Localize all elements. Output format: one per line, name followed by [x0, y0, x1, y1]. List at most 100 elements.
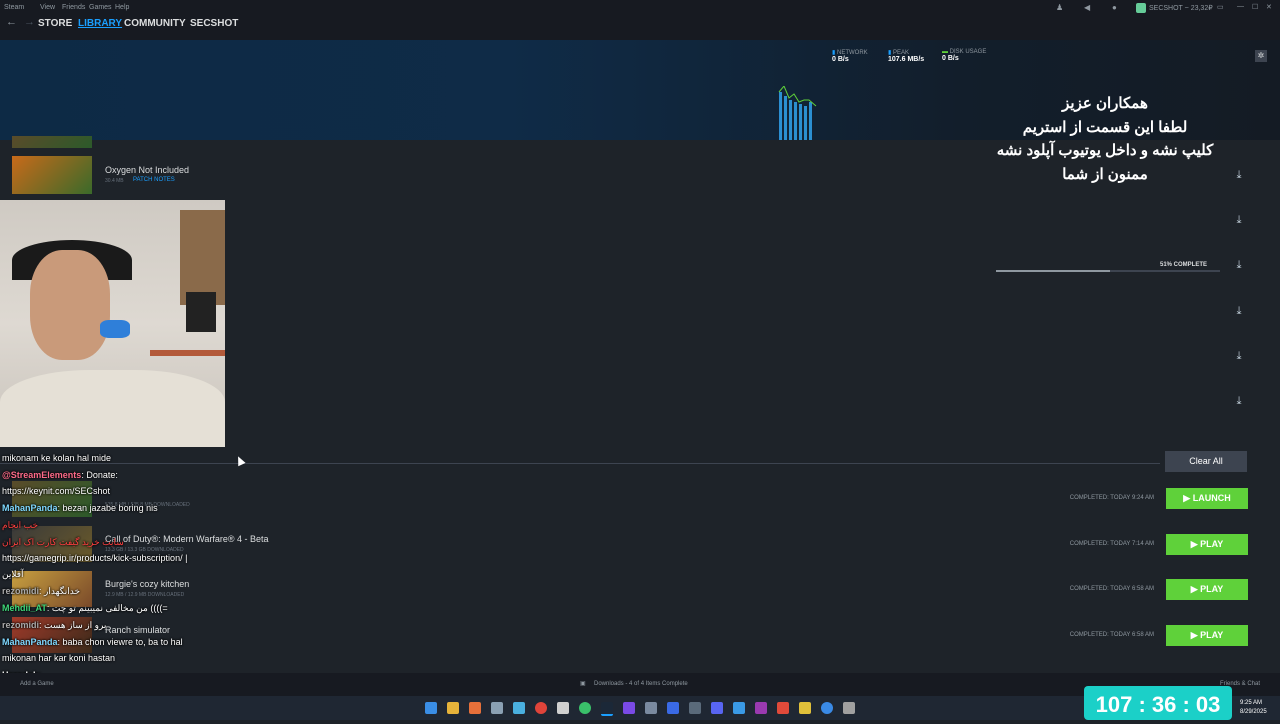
chat-text: : خدانگهدار	[39, 586, 81, 596]
oxygen-thumbnail[interactable]	[12, 156, 92, 194]
chat-text: https://gamegrip.ir/products/kick-subscr…	[2, 553, 188, 563]
game-thumbnail	[12, 136, 92, 148]
friends-icon[interactable]: ♟	[1056, 3, 1063, 12]
chrome-icon[interactable]	[535, 702, 547, 714]
close-icon[interactable]: ✕	[1266, 3, 1272, 11]
file-explorer-icon[interactable]	[447, 702, 459, 714]
chat-message: Mehdii_AT: من مخالفی نمیبینم تو چت ((((=	[2, 603, 168, 614]
maximize-icon[interactable]: ☐	[1252, 3, 1258, 11]
back-arrow-icon[interactable]: ←	[6, 16, 17, 28]
game-title[interactable]: Ranch simulator	[105, 625, 170, 635]
play-button[interactable]: ▶ PLAY	[1166, 579, 1248, 600]
download-icon[interactable]: ⤓	[1230, 167, 1248, 183]
downloads-status[interactable]: Downloads - 4 of 4 Items Complete	[594, 681, 688, 687]
chat-username: rezomidi	[2, 586, 40, 596]
download-icon[interactable]: ⤓	[1230, 303, 1248, 319]
menu-games[interactable]: Games	[89, 4, 112, 11]
chat-text: : baba chon viewre to, ba to hal	[57, 637, 183, 647]
app-icon[interactable]	[557, 702, 569, 714]
discord-icon[interactable]	[711, 702, 723, 714]
app-icon[interactable]	[689, 702, 701, 714]
chat-text: : Donate:	[81, 470, 118, 480]
app-icon[interactable]	[623, 702, 635, 714]
steam-menu[interactable]: Steam	[4, 4, 24, 11]
patch-notes-link[interactable]: PATCH NOTES	[133, 177, 175, 183]
menu-friends[interactable]: Friends	[62, 4, 85, 11]
chat-message: mikonam ke kolan hal mide	[2, 453, 111, 463]
app-icon[interactable]	[513, 702, 525, 714]
game-title[interactable]: Burgie's cozy kitchen	[105, 579, 189, 589]
clear-all-button[interactable]: Clear All	[1165, 451, 1247, 472]
chat-username: MahanPanda	[2, 637, 58, 647]
clock-time[interactable]: 9:25 AM	[1240, 700, 1262, 706]
forward-arrow-icon[interactable]: →	[24, 16, 35, 28]
app-icon[interactable]	[799, 702, 811, 714]
notification-icon[interactable]: ●	[1112, 3, 1117, 12]
search-icon[interactable]	[469, 702, 481, 714]
chat-message: rezomidi: برو از ساز هست	[2, 620, 106, 631]
download-icon[interactable]: ⤓	[1230, 212, 1248, 228]
app-icon[interactable]	[491, 702, 503, 714]
progress-track	[996, 270, 1220, 272]
add-game-button[interactable]: Add a Game	[20, 681, 54, 687]
launch-button[interactable]: ▶ LAUNCH	[1166, 488, 1248, 509]
account-balance[interactable]: SECSHOT ~ 23,32₽	[1149, 4, 1213, 12]
stream-timer: 107 : 36 : 03	[1084, 686, 1232, 720]
screen-icon[interactable]: ▭	[1217, 3, 1224, 11]
webcam-overlay	[0, 200, 225, 447]
chat-message: https://keynit.com/SECshot	[2, 486, 110, 496]
nav-library[interactable]: LIBRARY	[78, 18, 122, 29]
downloads-icon[interactable]: ▣	[580, 680, 586, 687]
app-icon[interactable]	[667, 702, 679, 714]
steam-icon[interactable]	[601, 702, 613, 716]
chat-text: سایت خرید گیفت کارت اک ایران	[2, 537, 124, 547]
queue-game-size: 30.4 MB	[105, 178, 124, 184]
app-icon[interactable]	[777, 702, 789, 714]
play-button[interactable]: ▶ PLAY	[1166, 534, 1248, 555]
chat-text: mikonan har kar koni hastan	[2, 653, 116, 663]
nav-store[interactable]: STORE	[38, 18, 72, 29]
stream-notice-overlay: همکاران عزیز لطفا این قسمت از استریم کلی…	[996, 95, 1214, 183]
download-icon[interactable]: ⤓	[1230, 348, 1248, 364]
completed-status: COMPLETED: TODAY 7:14 AM	[1069, 541, 1154, 547]
chat-text: : من مخالفی نمیبینم تو چت ((((=	[46, 603, 168, 613]
broadcast-icon[interactable]: ◀	[1084, 3, 1090, 12]
chat-message: خب انجام	[2, 520, 38, 531]
app-icon[interactable]	[733, 702, 745, 714]
chat-username: Mehdii_AT	[2, 603, 47, 613]
nav-profile[interactable]: SECSHOT	[190, 18, 238, 29]
chat-message: آفلاین	[2, 569, 24, 580]
chat-text: : برو از ساز هست	[39, 620, 107, 630]
queue-game-title[interactable]: Oxygen Not Included	[105, 165, 189, 175]
completed-status: COMPLETED: TODAY 6:58 AM	[1069, 586, 1154, 592]
title-bar: Steam View Friends Games Help ♟ ◀ ● SECS…	[0, 0, 1280, 18]
disk-stat: ▬ DISK USAGE 0 B/s	[942, 49, 987, 62]
minimize-icon[interactable]: —	[1237, 3, 1244, 10]
bandwidth-graph	[778, 86, 817, 140]
completed-status: COMPLETED: TODAY 9:24 AM	[1069, 495, 1154, 501]
game-title[interactable]: Call of Duty®: Modern Warfare® 4 - Beta	[105, 534, 269, 544]
chat-message: سایت خرید گیفت کارت اک ایران	[2, 537, 124, 548]
download-icon[interactable]: ⤓	[1230, 393, 1248, 409]
settings-gear-icon[interactable]: ✲	[1255, 50, 1267, 62]
app-icon[interactable]	[755, 702, 767, 714]
clock-date[interactable]: 8/29/2025	[1240, 709, 1267, 715]
game-downloaded: 12.9 MB / 12.9 MB DOWNLOADED	[105, 592, 185, 598]
chat-message: MahanPanda: bezan jazabe boring nis	[2, 503, 158, 513]
peak-stat: ▮ PEAK 107.6 MB/s	[888, 50, 925, 63]
app-icon[interactable]	[645, 702, 657, 714]
download-icon[interactable]: ⤓	[1230, 257, 1248, 273]
progress-fill	[996, 270, 1111, 272]
chat-message: MahanPanda: baba chon viewre to, ba to h…	[2, 637, 183, 647]
xbox-icon[interactable]	[579, 702, 591, 714]
app-icon[interactable]	[821, 702, 833, 714]
settings-icon[interactable]	[843, 702, 855, 714]
windows-start-icon[interactable]	[425, 702, 437, 714]
chat-text: https://keynit.com/SECshot	[2, 486, 111, 496]
menu-help[interactable]: Help	[115, 4, 129, 11]
person-shirt-image	[0, 370, 225, 447]
play-button[interactable]: ▶ PLAY	[1166, 625, 1248, 646]
avatar[interactable]	[1136, 3, 1146, 13]
menu-view[interactable]: View	[40, 4, 55, 11]
nav-community[interactable]: COMMUNITY	[124, 18, 186, 29]
